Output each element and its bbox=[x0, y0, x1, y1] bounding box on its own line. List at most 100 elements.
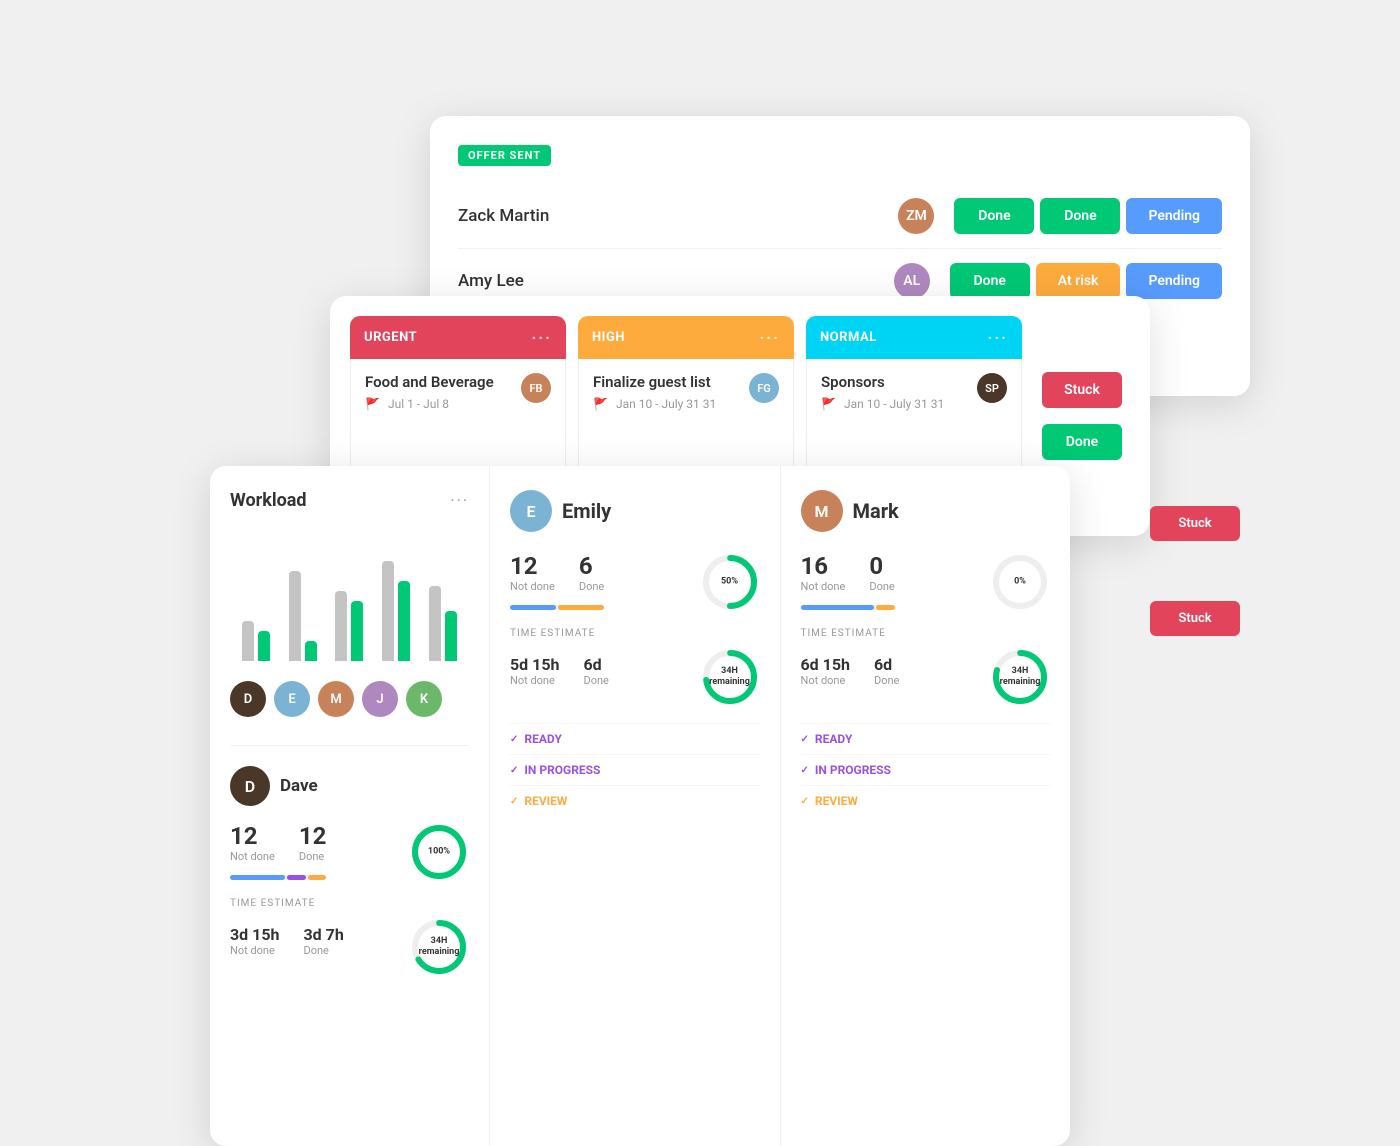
kanban-header-normal: NORMAL ··· bbox=[806, 316, 1022, 359]
dave-header: D Dave bbox=[230, 766, 469, 806]
task-title-finalize: Finalize guest list bbox=[593, 373, 716, 391]
chevron-mark-progress: ✓ bbox=[801, 765, 809, 776]
emily-pb-blue bbox=[510, 605, 556, 610]
emily-in-progress[interactable]: ✓ IN PROGRESS bbox=[510, 754, 760, 785]
avatar-e: E bbox=[274, 681, 310, 717]
dave-done: 12 Done bbox=[299, 822, 327, 863]
mark-stats: 16 Not done 0 Done bbox=[801, 552, 895, 593]
kanban-avatar-high: FG bbox=[749, 373, 779, 403]
mark-time-label: TIME ESTIMATE bbox=[801, 628, 1051, 639]
flag-high: 🚩 bbox=[593, 397, 608, 411]
kanban-header-high: HIGH ··· bbox=[578, 316, 794, 359]
bar-gray-4 bbox=[382, 561, 394, 661]
dave-not-done-time: 3d 15h Not done bbox=[230, 925, 279, 957]
emily-ready[interactable]: ✓ READY bbox=[510, 723, 760, 754]
dave-donut-label: 100% bbox=[428, 847, 450, 858]
emily-header: E Emily bbox=[510, 490, 760, 532]
bar-chart bbox=[230, 531, 469, 661]
dave-remaining-donut: 34Hremaining bbox=[409, 917, 469, 977]
bar-group-2 bbox=[285, 551, 322, 661]
emily-in-progress-label: IN PROGRESS bbox=[524, 763, 600, 777]
emily-review[interactable]: ✓ REVIEW bbox=[510, 785, 760, 816]
pill-done-kanban[interactable]: Done bbox=[1042, 424, 1122, 460]
mark-review-label: REVIEW bbox=[815, 794, 858, 808]
emily-card: E Emily 12 Not done 6 Done bbox=[490, 466, 781, 1146]
task-meta-urgent: 🚩 Jul 1 - Jul 8 bbox=[365, 397, 494, 411]
pill-amy-pending[interactable]: Pending bbox=[1126, 263, 1222, 299]
task-meta-high: 🚩 Jan 10 - July 31 31 bbox=[593, 397, 716, 411]
mark-done: 0 Done bbox=[869, 552, 894, 593]
bar-gray-2 bbox=[289, 571, 301, 661]
pill-pending-1[interactable]: Pending bbox=[1126, 198, 1222, 234]
task-title-sponsors: Sponsors bbox=[821, 373, 944, 391]
mark-remaining-label: 34Hremaining bbox=[1000, 666, 1041, 688]
mark-top-stats: 16 Not done 0 Done bbox=[801, 552, 1051, 614]
chevron-mark-review: ✓ bbox=[801, 796, 809, 807]
emily-time-stats-row: 5d 15h Not done 6d Done bbox=[510, 647, 760, 707]
dave-donut: 100% bbox=[409, 822, 469, 882]
mark-status-sections: ✓ READY ✓ IN PROGRESS ✓ REVIEW bbox=[801, 723, 1051, 816]
pill-amy-done[interactable]: Done bbox=[950, 263, 1030, 299]
flag-normal: 🚩 bbox=[821, 397, 836, 411]
mark-donut-label: 0% bbox=[1014, 577, 1026, 588]
workload-header: Workload ··· bbox=[230, 490, 469, 511]
mark-in-progress-label: IN PROGRESS bbox=[815, 763, 891, 777]
mark-in-progress[interactable]: ✓ IN PROGRESS bbox=[801, 754, 1051, 785]
mark-done-time: 6d Done bbox=[874, 655, 899, 687]
emily-not-done: 12 Not done bbox=[510, 552, 555, 593]
bar-gray-1 bbox=[242, 621, 254, 661]
person-row-zack: Zack Martin ZM Done Done Pending bbox=[458, 184, 1222, 249]
avatar-dave: D bbox=[230, 766, 270, 806]
mark-not-done-time: 6d 15h Not done bbox=[801, 655, 850, 687]
emily-donut-label: 50% bbox=[721, 577, 738, 588]
right-pill-stuck-2[interactable]: Stuck bbox=[1150, 601, 1240, 636]
task-date-high: Jan 10 - July 31 31 bbox=[616, 397, 716, 411]
kanban-avatar-urgent: FB bbox=[521, 373, 551, 403]
bar-green-2 bbox=[305, 641, 317, 661]
dave-name: Dave bbox=[280, 776, 318, 796]
avatar-zack: ZM bbox=[898, 198, 934, 234]
emily-top-stats: 12 Not done 6 Done bbox=[510, 552, 760, 614]
chevron-emily-progress: ✓ bbox=[510, 765, 518, 776]
task-date-normal: Jan 10 - July 31 31 bbox=[844, 397, 944, 411]
bar-group-1 bbox=[238, 551, 275, 661]
mark-pb-blue bbox=[801, 605, 875, 610]
dave-done-time: 3d 7h Done bbox=[303, 925, 343, 957]
dots-normal[interactable]: ··· bbox=[988, 328, 1008, 347]
avatar-emily: E bbox=[510, 490, 552, 532]
mark-remaining-donut: 34Hremaining bbox=[990, 647, 1050, 707]
emily-time-label: TIME ESTIMATE bbox=[510, 628, 760, 639]
chevron-emily-review: ✓ bbox=[510, 796, 518, 807]
pill-done-1[interactable]: Done bbox=[954, 198, 1034, 234]
kanban-header-urgent: URGENT ··· bbox=[350, 316, 566, 359]
right-pill-stuck[interactable]: Stuck bbox=[1150, 506, 1240, 541]
right-stuck-pills: Stuck Stuck bbox=[1140, 466, 1250, 676]
workload-dots[interactable]: ··· bbox=[450, 491, 469, 510]
emily-stats: 12 Not done 6 Done bbox=[510, 552, 604, 593]
bar-green-5 bbox=[445, 611, 457, 661]
bar-group-3 bbox=[331, 551, 368, 661]
pill-stuck-1[interactable]: Stuck bbox=[1042, 372, 1122, 408]
mark-header: M Mark bbox=[801, 490, 1051, 532]
flag-urgent: 🚩 bbox=[365, 397, 380, 411]
pill-done-2[interactable]: Done bbox=[1040, 198, 1120, 234]
kanban-label-urgent: URGENT bbox=[364, 330, 417, 345]
dave-section: D Dave 12 Not done 12 Done bbox=[230, 745, 469, 977]
scene: OFFER SENT Zack Martin ZM Done Done Pend… bbox=[150, 76, 1250, 1026]
dave-remaining-label: 34Hremaining bbox=[419, 936, 460, 958]
pill-amy-atrisk[interactable]: At risk bbox=[1036, 263, 1121, 299]
person-name-zack: Zack Martin bbox=[458, 206, 898, 226]
dots-urgent[interactable]: ··· bbox=[532, 328, 552, 347]
task-meta-normal: 🚩 Jan 10 - July 31 31 bbox=[821, 397, 944, 411]
dots-high[interactable]: ··· bbox=[760, 328, 780, 347]
mark-time-stats: 6d 15h Not done 6d Done bbox=[801, 655, 900, 687]
mark-name: Mark bbox=[853, 499, 899, 523]
avatar-k: K bbox=[406, 681, 442, 717]
workload-panel: Workload ··· bbox=[210, 466, 490, 1146]
emily-done: 6 Done bbox=[579, 552, 604, 593]
dave-time-stats-row: 3d 15h Not done 3d 7h Done bbox=[230, 917, 469, 977]
mark-review[interactable]: ✓ REVIEW bbox=[801, 785, 1051, 816]
mark-progress-bar bbox=[801, 605, 895, 610]
bar-green-1 bbox=[258, 631, 270, 661]
mark-ready[interactable]: ✓ READY bbox=[801, 723, 1051, 754]
